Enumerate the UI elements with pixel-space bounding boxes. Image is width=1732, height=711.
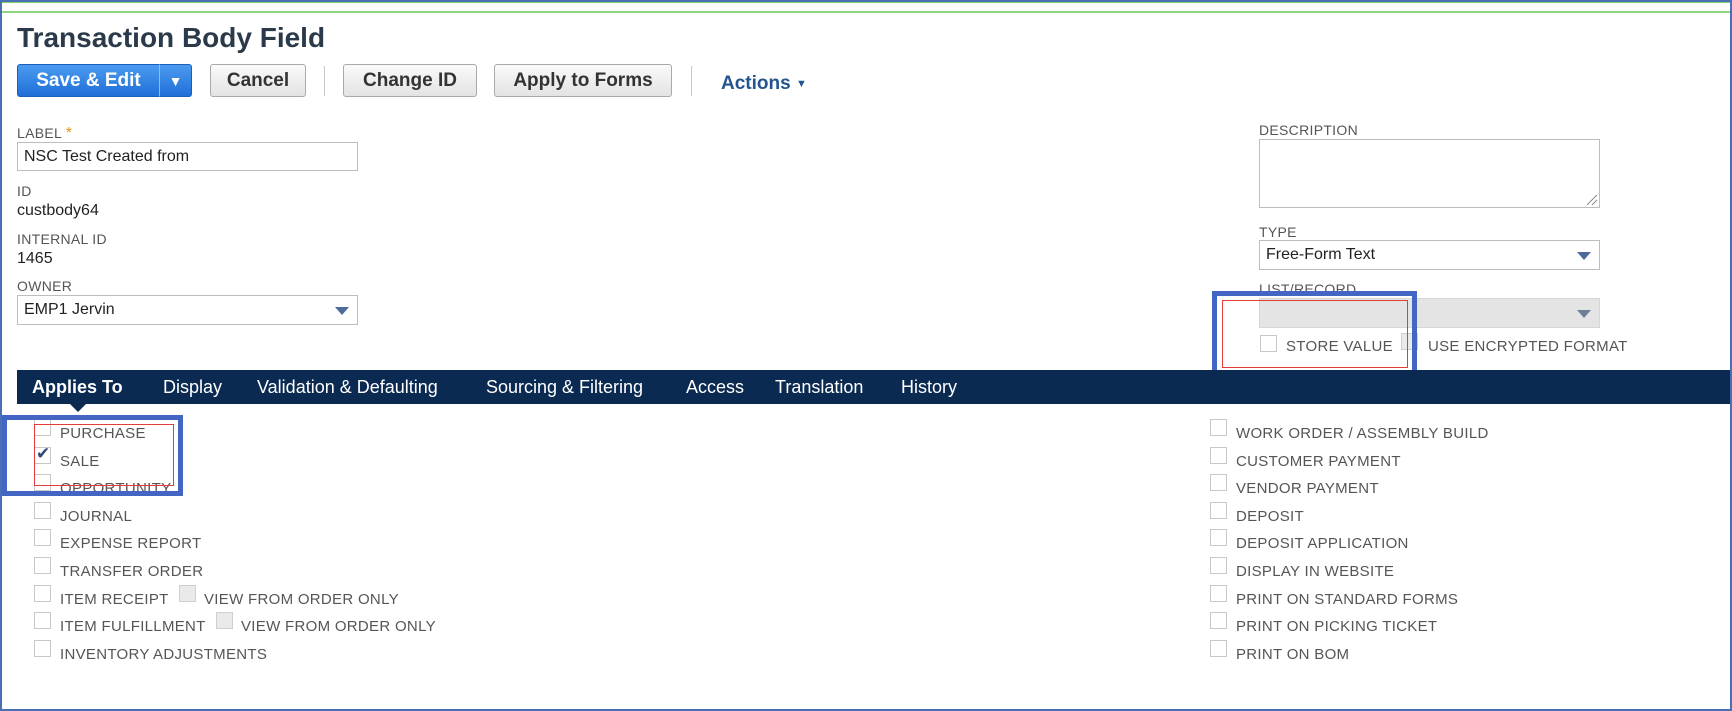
change-id-button[interactable]: Change ID — [343, 64, 477, 97]
applies-right-checkbox-5[interactable] — [1210, 557, 1227, 574]
tab-translation[interactable]: Translation — [775, 377, 863, 398]
tab-access[interactable]: Access — [686, 377, 744, 398]
dropdown-arrow-icon — [1577, 252, 1591, 260]
applies-right-checkbox-0[interactable] — [1210, 419, 1227, 436]
applies-right-checkbox-label: CUSTOMER PAYMENT — [1236, 452, 1401, 470]
applies-left-checkbox-label: TRANSFER ORDER — [60, 563, 204, 580]
cancel-button[interactable]: Cancel — [210, 64, 306, 97]
applies-right-checkbox-label: PRINT ON BOM — [1236, 645, 1350, 663]
item-receipt-view-from-order-only-checkbox[interactable] — [179, 585, 196, 602]
applies-left-checkbox-3[interactable] — [34, 501, 51, 519]
dropdown-arrow-icon — [1577, 310, 1591, 318]
save-dropdown-button[interactable]: ▼ — [159, 64, 192, 97]
internal-id-label: INTERNAL ID — [17, 231, 107, 247]
applies-left-checkbox-6[interactable] — [34, 584, 51, 602]
actions-label: Actions — [721, 73, 791, 94]
applies-right-checkbox-label: PRINT ON PICKING TICKET — [1236, 618, 1438, 636]
item-fulfillment-view-from-order-only-label: VIEW FROM ORDER ONLY — [241, 618, 436, 635]
applies-right-checkbox-label: DEPOSIT APPLICATION — [1236, 535, 1409, 553]
resize-grip-icon[interactable] — [1587, 195, 1597, 205]
annotation-inner-box — [1222, 300, 1408, 368]
applies-left-checkbox-4[interactable] — [34, 529, 51, 547]
required-marker-icon: * — [65, 125, 73, 142]
toolbar-divider — [691, 66, 692, 96]
applies-right-checkbox-label: VENDOR PAYMENT — [1236, 480, 1379, 498]
applies-right-checkbox-label: DISPLAY IN WEBSITE — [1236, 563, 1395, 580]
applies-right-checkbox-label: DEPOSIT — [1236, 507, 1304, 525]
applies-right-checkbox-3[interactable] — [1210, 501, 1227, 519]
applies-left-checkbox-label: INVENTORY ADJUSTMENTS — [60, 645, 268, 663]
id-label: ID — [17, 183, 32, 199]
applies-right-checkbox-2[interactable] — [1210, 474, 1227, 492]
label-input[interactable] — [17, 142, 358, 171]
apply-to-forms-button[interactable]: Apply to Forms — [494, 64, 672, 97]
owner-label: OWNER — [17, 278, 73, 294]
type-label: TYPE — [1259, 224, 1297, 240]
actions-menu[interactable]: Actions ▼ — [721, 73, 807, 95]
page-title: Transaction Body Field — [17, 22, 326, 53]
internal-id-value: 1465 — [17, 250, 53, 267]
use-encrypted-format-label: USE ENCRYPTED FORMAT — [1428, 338, 1628, 355]
tab-validation-defaulting[interactable]: Validation & Defaulting — [257, 377, 438, 398]
active-tab-pointer — [70, 404, 86, 412]
annotation-inner-box — [34, 424, 174, 486]
tab-history[interactable]: History — [901, 377, 957, 398]
chevron-down-icon: ▼ — [168, 72, 183, 89]
tab-sourcing-filtering[interactable]: Sourcing & Filtering — [486, 377, 643, 398]
item-receipt-view-from-order-only-label: VIEW FROM ORDER ONLY — [204, 591, 399, 608]
toolbar-divider — [324, 66, 325, 96]
applies-left-checkbox-label: ITEM RECEIPT — [60, 590, 169, 608]
dropdown-arrow-icon — [335, 307, 349, 315]
tab-applies-to[interactable]: Applies To — [32, 377, 123, 398]
applies-left-checkbox-7[interactable] — [34, 612, 51, 630]
applies-right-checkbox-4[interactable] — [1210, 529, 1227, 547]
applies-left-checkbox-label: JOURNAL — [60, 507, 133, 525]
description-textarea[interactable] — [1259, 139, 1600, 208]
description-label: DESCRIPTION — [1259, 122, 1358, 138]
id-value: custbody64 — [17, 202, 99, 219]
caret-down-icon: ▼ — [795, 77, 807, 90]
applies-right-checkbox-label: PRINT ON STANDARD FORMS — [1236, 590, 1459, 608]
applies-left-checkbox-label: ITEM FULFILLMENT — [60, 618, 206, 636]
label-field-label: LABEL * — [17, 125, 73, 142]
save-edit-button[interactable]: Save & Edit — [17, 64, 160, 97]
owner-select-value: EMP1 Jervin — [24, 301, 115, 318]
owner-select[interactable]: EMP1 Jervin — [17, 295, 358, 325]
applies-right-checkbox-label: WORK ORDER / ASSEMBLY BUILD — [1236, 425, 1489, 442]
type-select[interactable]: Free-Form Text — [1259, 240, 1600, 270]
applies-left-checkbox-5[interactable] — [34, 557, 51, 574]
tab-display[interactable]: Display — [163, 377, 222, 398]
applies-right-checkbox-6[interactable] — [1210, 584, 1227, 602]
applies-right-checkbox-1[interactable] — [1210, 446, 1227, 464]
applies-right-checkbox-8[interactable] — [1210, 639, 1227, 657]
applies-left-checkbox-label: EXPENSE REPORT — [60, 535, 202, 553]
applies-right-checkbox-7[interactable] — [1210, 612, 1227, 630]
type-select-value: Free-Form Text — [1266, 246, 1376, 263]
applies-left-checkbox-8[interactable] — [34, 639, 51, 657]
subtab-bar: Applies To Display Validation & Defaulti… — [17, 370, 1730, 404]
item-fulfillment-view-from-order-only-checkbox[interactable] — [216, 612, 233, 629]
